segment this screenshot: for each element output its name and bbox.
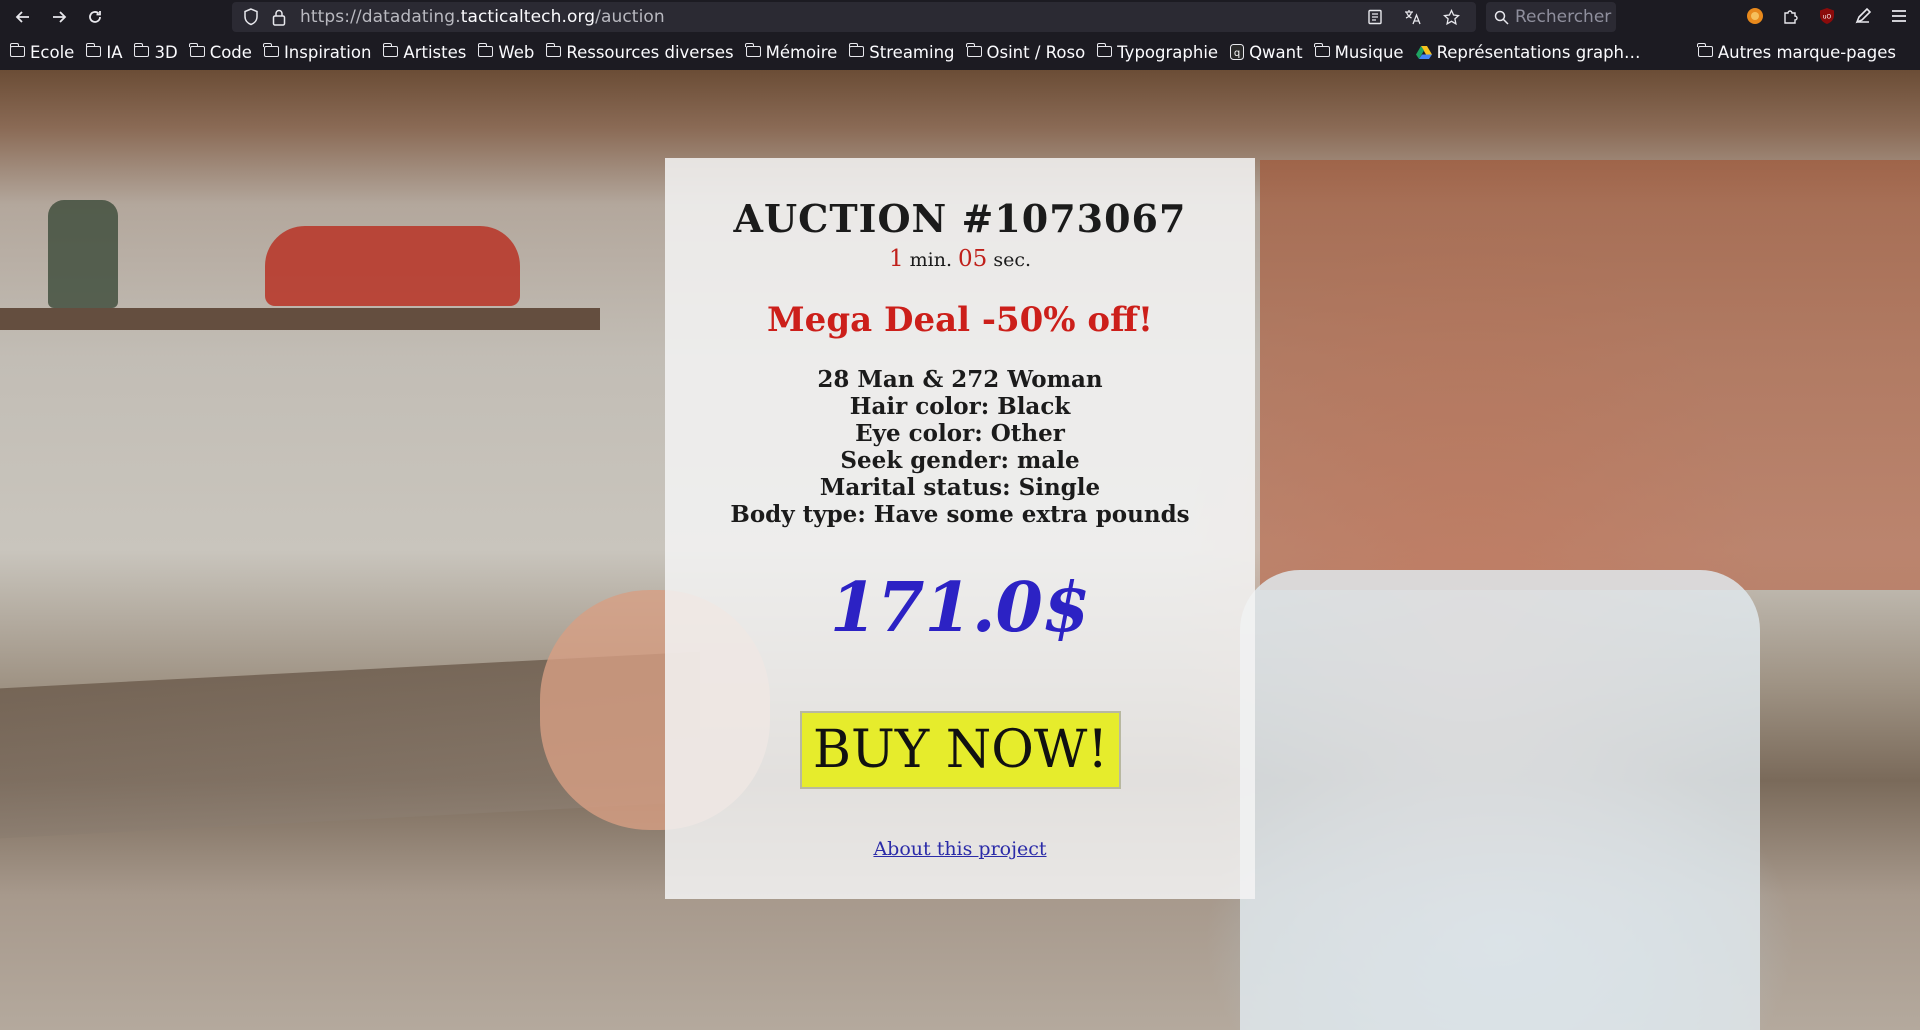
pen-extension-icon[interactable] bbox=[1852, 5, 1874, 27]
folder-icon bbox=[966, 42, 982, 57]
bookmark-label: Web bbox=[498, 42, 535, 62]
bookmark-label: IA bbox=[106, 42, 123, 62]
folder-icon bbox=[263, 42, 279, 57]
bookmark-musique[interactable]: Musique bbox=[1314, 42, 1404, 62]
svg-text:q: q bbox=[1234, 48, 1240, 59]
puzzle-extensions-icon[interactable] bbox=[1780, 5, 1802, 27]
bookmark-3d[interactable]: 3D bbox=[133, 42, 178, 62]
star-icon[interactable] bbox=[1440, 6, 1462, 28]
hamburger-menu-icon[interactable] bbox=[1888, 5, 1910, 27]
bookmark-label: Qwant bbox=[1249, 42, 1303, 62]
timer-minutes: 1 bbox=[888, 246, 904, 272]
bookmark-label: Ecole bbox=[30, 42, 75, 62]
bookmark-code[interactable]: Code bbox=[189, 42, 252, 62]
folder-icon bbox=[545, 42, 562, 57]
folder-icon bbox=[1096, 42, 1113, 57]
countdown-timer: 1 min. 05 sec. bbox=[665, 246, 1255, 272]
bookmark-label: Osint / Roso bbox=[986, 42, 1086, 62]
folder-icon bbox=[1697, 42, 1713, 57]
background-shelf bbox=[0, 308, 600, 330]
bookmark-label: Typographie bbox=[1117, 42, 1219, 62]
deal-banner: Mega Deal -50% off! bbox=[767, 300, 1153, 340]
svg-text:uO: uO bbox=[1823, 14, 1832, 21]
background-bottle bbox=[48, 200, 118, 308]
auction-title: AUCTION #1073067 bbox=[733, 196, 1187, 241]
bookmark-ecole[interactable]: Ecole bbox=[9, 42, 75, 62]
drive-icon bbox=[1415, 45, 1432, 59]
background-pot bbox=[265, 226, 520, 306]
bookmark-ia[interactable]: IA bbox=[85, 42, 123, 62]
lock-icon[interactable] bbox=[268, 6, 290, 28]
bookmark-typographie[interactable]: Typographie bbox=[1096, 42, 1219, 62]
folder-icon bbox=[85, 42, 102, 57]
folder-icon bbox=[189, 42, 205, 57]
bookmark-web[interactable]: Web bbox=[477, 42, 535, 62]
bookmark-artistes[interactable]: Artistes bbox=[382, 42, 467, 62]
bookmark-label: Code bbox=[209, 42, 252, 62]
shield-icon[interactable] bbox=[240, 6, 262, 28]
bookmark-osint-roso[interactable]: Osint / Roso bbox=[966, 42, 1086, 62]
reader-view-icon[interactable] bbox=[1364, 6, 1386, 28]
detail-line: Marital status: Single bbox=[819, 474, 1101, 501]
bookmark-ressources-diverses[interactable]: Ressources diverses bbox=[545, 42, 734, 62]
bookmark-memoire[interactable]: Mémoire bbox=[745, 42, 838, 62]
folder-icon bbox=[745, 42, 761, 57]
search-icon bbox=[1494, 10, 1509, 25]
folder-icon bbox=[382, 42, 399, 57]
translate-icon[interactable] bbox=[1402, 6, 1424, 28]
bookmark-inspiration[interactable]: Inspiration bbox=[263, 42, 372, 62]
bookmark-label: Musique bbox=[1334, 42, 1404, 62]
folder-icon bbox=[848, 42, 865, 57]
url-text[interactable]: https://datadating.tacticaltech.org/auct… bbox=[300, 7, 665, 27]
bookmark-label: Ressources diverses bbox=[566, 42, 734, 62]
auction-card: AUCTION #1073067 1 min. 05 sec. Mega Dea… bbox=[665, 158, 1255, 899]
extension-orange-icon[interactable] bbox=[1744, 5, 1766, 27]
url-path: /auction bbox=[595, 7, 665, 27]
url-bar[interactable]: https://datadating.tacticaltech.org/auct… bbox=[232, 2, 1476, 32]
folder-icon bbox=[477, 42, 494, 57]
timer-minutes-unit: min. bbox=[909, 249, 952, 271]
bookmark-other[interactable]: Autres marque-pages bbox=[1697, 34, 1896, 70]
browser-toolbar: https://datadating.tacticaltech.org/auct… bbox=[0, 0, 1920, 34]
background-wall bbox=[1260, 160, 1920, 590]
background-shirt bbox=[1240, 570, 1760, 1030]
qwant-icon: q bbox=[1230, 44, 1245, 60]
search-placeholder: Rechercher bbox=[1515, 7, 1612, 27]
search-bar[interactable]: Rechercher bbox=[1486, 2, 1616, 32]
bookmark-label: Mémoire bbox=[765, 42, 838, 62]
forward-arrow-icon[interactable] bbox=[42, 0, 76, 34]
profile-details: 28 Man & 272 Woman Hair color: Black Eye… bbox=[665, 366, 1255, 528]
about-project-link[interactable]: About this project bbox=[665, 838, 1255, 860]
folder-icon bbox=[133, 42, 150, 57]
bookmark-label: 3D bbox=[154, 42, 178, 62]
detail-line: Body type: Have some extra pounds bbox=[730, 501, 1190, 528]
detail-line: Eye color: Other bbox=[855, 420, 1065, 447]
page-content: AUCTION #1073067 1 min. 05 sec. Mega Dea… bbox=[0, 70, 1920, 1030]
bookmark-label: Inspiration bbox=[283, 42, 372, 62]
timer-seconds-unit: sec. bbox=[993, 249, 1032, 271]
detail-line: Seek gender: male bbox=[840, 447, 1080, 474]
bookmark-representations-graph[interactable]: Représentations graph… bbox=[1415, 42, 1641, 62]
bookmarks-bar: Ecole IA 3D Code Inspiration Artistes We… bbox=[0, 34, 1920, 70]
price: 171.0$ bbox=[829, 568, 1091, 648]
folder-icon bbox=[1314, 42, 1330, 57]
back-arrow-icon[interactable] bbox=[6, 0, 40, 34]
timer-seconds: 05 bbox=[958, 246, 988, 272]
bookmark-qwant[interactable]: q Qwant bbox=[1230, 43, 1303, 62]
folder-icon bbox=[9, 42, 25, 57]
reload-icon[interactable] bbox=[78, 0, 112, 34]
bookmark-label: Autres marque-pages bbox=[1717, 42, 1896, 62]
url-host: tacticaltech.org bbox=[460, 7, 596, 27]
bookmark-label: Streaming bbox=[869, 42, 955, 62]
bookmark-label: Représentations graph… bbox=[1436, 42, 1641, 62]
ublock-icon[interactable]: uO bbox=[1816, 5, 1838, 27]
detail-line: 28 Man & 272 Woman bbox=[817, 366, 1103, 393]
bookmark-label: Artistes bbox=[403, 42, 467, 62]
bookmark-streaming[interactable]: Streaming bbox=[848, 42, 955, 62]
buy-now-button[interactable]: BUY NOW! bbox=[800, 711, 1121, 789]
detail-line: Hair color: Black bbox=[849, 393, 1071, 420]
url-prefix: https://datadating. bbox=[300, 7, 461, 27]
